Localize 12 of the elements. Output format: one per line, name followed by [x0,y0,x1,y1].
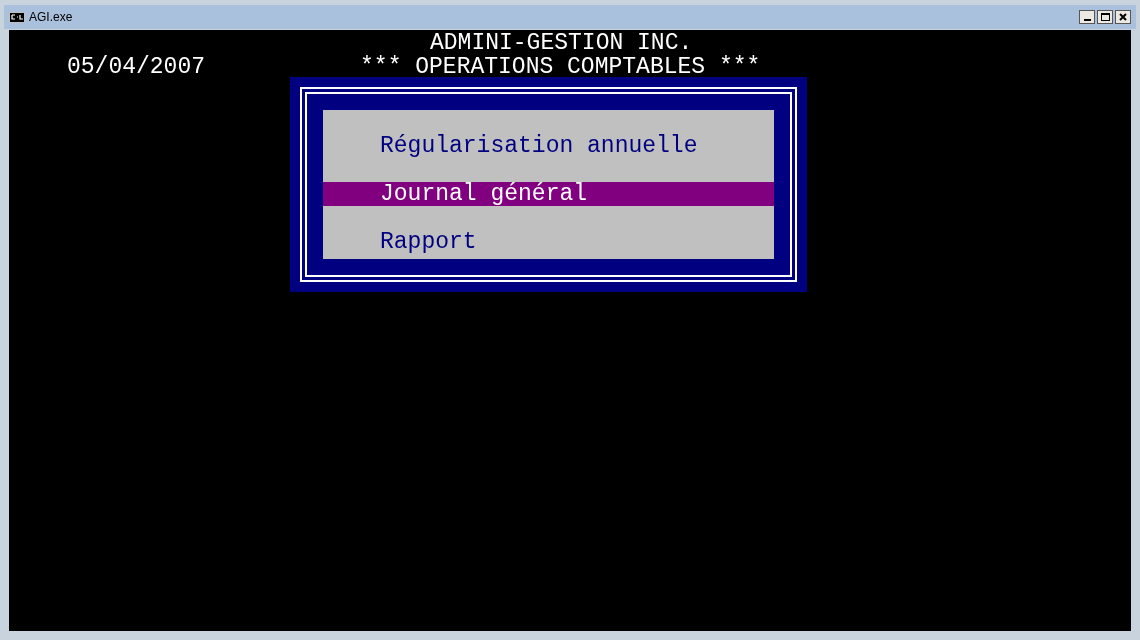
company-name: ADMINI-GESTION INC. [430,31,693,55]
menu-item[interactable]: Rapport [323,230,774,254]
date-text: 05/04/2007 [67,55,206,79]
minimize-button[interactable] [1079,10,1095,24]
console-icon [9,11,25,23]
screen-title: *** OPERATIONS COMPTABLES *** [360,55,761,79]
maximize-button[interactable] [1097,10,1113,24]
close-icon [1119,13,1127,21]
menu-item[interactable]: Journal général [323,182,774,206]
close-button[interactable] [1115,10,1131,24]
menu-item[interactable]: Régularisation annuelle [323,134,774,158]
window-title: AGI.exe [29,9,73,26]
